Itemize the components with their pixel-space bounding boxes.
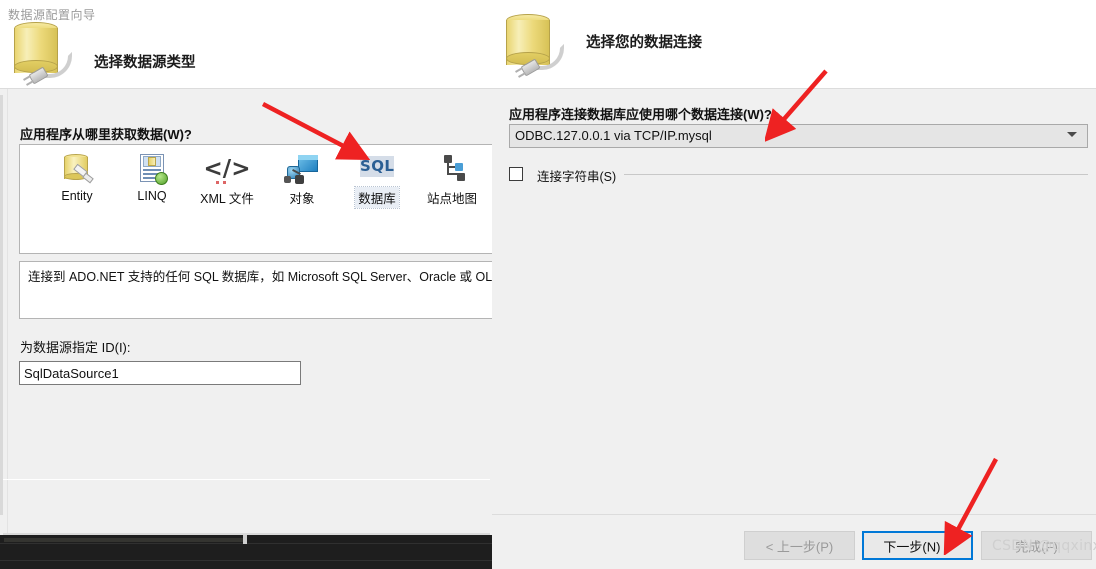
data-source-id-input[interactable]: SqlDataSource1 — [19, 361, 301, 385]
source-type-xml-file[interactable]: </> XML 文件 — [190, 153, 264, 208]
previous-button[interactable]: < 上一步(P) — [744, 531, 855, 560]
right-dialog-footer-divider — [492, 514, 1096, 515]
source-type-entity-label: Entity — [61, 189, 93, 203]
data-source-configuration-wizard-dialog: 数据源配置向导 选择数据源类型 应用程序从哪里获取数据(W)? Entity L… — [0, 0, 504, 535]
sql-database-icon: SQL — [360, 156, 395, 177]
data-source-description: 连接到 ADO.NET 支持的任何 SQL 数据库，如 Microsoft SQ… — [19, 261, 504, 319]
source-type-object-label: 对象 — [289, 192, 315, 206]
source-type-linq-label: LINQ — [137, 189, 167, 203]
source-type-entity[interactable]: Entity — [40, 153, 114, 205]
right-header-title: 选择您的数据连接 — [586, 35, 702, 51]
data-source-type-listbox[interactable]: Entity LINQ </> XML 文件 对象 SQL 数据库 站点地图 — [19, 144, 494, 254]
right-header-divider — [492, 88, 1096, 89]
object-icon — [265, 153, 339, 187]
right-dialog-header — [492, 0, 1096, 89]
dialog-left-bevel-dark — [0, 95, 3, 515]
data-connection-combobox[interactable]: ODBC.127.0.0.1 via TCP/IP.mysql — [509, 124, 1088, 148]
editor-caret — [243, 534, 247, 544]
database-plug-icon — [500, 14, 564, 78]
database-plug-icon — [8, 22, 72, 86]
source-type-object[interactable]: 对象 — [265, 153, 339, 208]
source-type-linq[interactable]: LINQ — [115, 153, 189, 205]
next-button[interactable]: 下一步(N) > — [862, 531, 973, 560]
source-type-site-map-label: 站点地图 — [426, 192, 477, 206]
csdn-watermark: CSDN @qqxinxi — [992, 538, 1096, 554]
source-type-site-map[interactable]: 站点地图 — [415, 153, 489, 208]
left-dialog-footer-divider — [3, 479, 490, 480]
connection-question-label: 应用程序连接数据库应使用哪个数据连接(W)? — [509, 107, 772, 122]
choose-data-connection-dialog: 选择您的数据连接 应用程序连接数据库应使用哪个数据连接(W)? ODBC.127… — [492, 0, 1096, 569]
data-source-id-label: 为数据源指定 ID(I): — [20, 340, 131, 355]
left-dialog-bottom-edge — [3, 533, 490, 535]
connection-string-checkbox[interactable] — [509, 167, 523, 181]
source-type-database-label: 数据库 — [354, 186, 400, 209]
linq-icon — [115, 153, 189, 187]
editor-text-blur — [4, 538, 244, 542]
left-question-label: 应用程序从哪里获取数据(W)? — [20, 127, 192, 142]
left-header-divider — [0, 88, 493, 89]
left-header-title: 选择数据源类型 — [94, 55, 196, 71]
site-map-icon — [415, 153, 489, 187]
left-window-title: 数据源配置向导 — [8, 8, 96, 22]
xml-file-icon: </> — [203, 156, 251, 184]
entity-icon — [40, 153, 114, 187]
connection-string-label: 连接字符串(S) — [537, 170, 617, 184]
chevron-down-icon[interactable] — [1067, 132, 1077, 137]
source-type-xml-file-label: XML 文件 — [200, 192, 254, 206]
source-type-database[interactable]: SQL 数据库 — [340, 153, 414, 209]
connection-string-group-line — [624, 174, 1088, 175]
